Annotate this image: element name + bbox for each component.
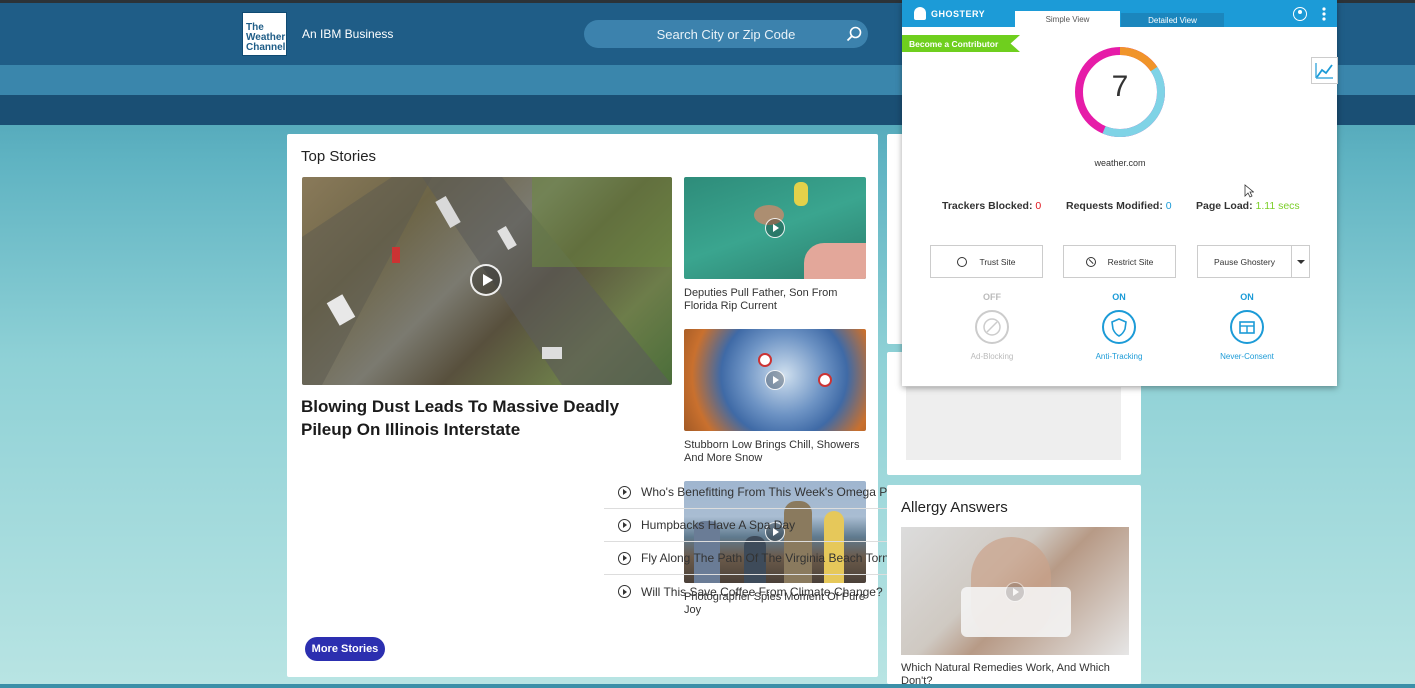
consent-box-icon (1239, 321, 1255, 334)
become-contributor-banner[interactable]: Become a Contributor (902, 35, 1020, 52)
top-stories-title: Top Stories (301, 148, 377, 165)
story-caption[interactable]: Stubborn Low Brings Chill, Showers And M… (684, 439, 866, 465)
anti-tracking-label: Anti-Tracking (1095, 352, 1143, 361)
hero-video-thumbnail[interactable] (302, 177, 672, 385)
list-item-label: Fly Along The Path Of The Virginia Beach… (641, 551, 909, 565)
story-thumbnail-rip-current[interactable] (684, 177, 866, 279)
requests-modified-stat: Requests Modified: 0 (1066, 200, 1172, 212)
play-circle-icon (618, 518, 631, 532)
chart-toggle-button[interactable] (1311, 57, 1338, 84)
stat-value: 0 (1035, 200, 1042, 212)
play-icon[interactable] (1005, 582, 1025, 602)
ad-blocking-toggle[interactable] (975, 310, 1009, 344)
no-ads-icon (983, 318, 1001, 336)
play-circle-icon (618, 485, 631, 499)
block-icon (1085, 256, 1096, 267)
circle-icon (957, 256, 968, 267)
restrict-site-button[interactable]: Restrict Site (1063, 245, 1176, 278)
more-stories-button[interactable]: More Stories (305, 637, 385, 661)
search-input[interactable]: Search City or Zip Code (584, 20, 868, 48)
logo-line: Channel (246, 42, 286, 53)
line-chart-icon (1315, 63, 1333, 79)
never-consent-toggle[interactable] (1230, 310, 1264, 344)
list-item-label: Who's Benefitting From This Week's Omega… (641, 485, 925, 499)
play-icon[interactable] (470, 264, 502, 296)
stat-value: 1.11 secs (1255, 200, 1300, 212)
hero-headline[interactable]: Blowing Dust Leads To Massive Deadly Pil… (301, 395, 671, 441)
button-label: Pause Ghostery (1214, 256, 1275, 267)
account-icon[interactable] (1293, 7, 1307, 21)
play-icon[interactable] (765, 218, 785, 238)
pause-ghostery-button[interactable]: Pause Ghostery (1197, 245, 1292, 278)
pause-dropdown-icon[interactable] (1291, 245, 1310, 278)
list-item-label: Will This Save Coffee From Climate Chang… (641, 584, 883, 599)
trackers-blocked-stat: Trackers Blocked: 0 (942, 200, 1041, 212)
mouse-cursor-icon (1244, 184, 1254, 198)
kebab-menu-icon[interactable] (1322, 7, 1326, 21)
play-circle-icon (618, 585, 631, 598)
tab-detailed-view[interactable]: Detailed View (1121, 13, 1224, 27)
story-thumbnail-weather-map[interactable] (684, 329, 866, 431)
ibm-tagline: An IBM Business (302, 27, 394, 41)
search-icon[interactable] (846, 26, 862, 42)
list-item-label: Humpbacks Have A Spa Day (641, 518, 796, 532)
never-consent-state: ON (1240, 292, 1254, 302)
allergy-video-thumbnail[interactable] (901, 527, 1129, 655)
site-domain: weather.com (1094, 158, 1146, 168)
play-circle-icon (618, 551, 631, 565)
never-consent-label: Never-Consent (1220, 352, 1274, 361)
tracker-count: 7 (1111, 70, 1129, 103)
shield-icon (1111, 318, 1127, 337)
tab-simple-view[interactable]: Simple View (1015, 11, 1120, 27)
allergy-title: Allergy Answers (901, 499, 1008, 516)
anti-tracking-toggle[interactable] (1102, 310, 1136, 344)
ghost-icon (914, 7, 926, 20)
button-label: Trust Site (979, 256, 1016, 267)
page-load-stat: Page Load: 1.11 secs (1196, 200, 1300, 212)
ad-placeholder (906, 387, 1121, 460)
button-label: Restrict Site (1107, 256, 1154, 267)
story-caption[interactable]: Deputies Pull Father, Son From Florida R… (684, 287, 866, 313)
weather-channel-logo[interactable]: The Weather Channel (242, 12, 287, 56)
story-list: Who's Benefitting From This Week's Omega… (302, 476, 980, 608)
stat-label: Requests Modified: (1066, 200, 1163, 212)
anti-tracking-state: ON (1112, 292, 1126, 302)
play-icon[interactable] (765, 370, 785, 390)
ad-blocking-state: OFF (983, 292, 1001, 302)
stat-label: Trackers Blocked: (942, 200, 1033, 212)
stat-label: Page Load: (1196, 200, 1253, 212)
ghostery-brand: GHOSTERY (931, 9, 986, 19)
trust-site-button[interactable]: Trust Site (930, 245, 1043, 278)
ad-blocking-label: Ad-Blocking (970, 352, 1014, 361)
stat-value: 0 (1165, 200, 1172, 212)
allergy-caption[interactable]: Which Natural Remedies Work, And Which D… (901, 662, 1129, 688)
